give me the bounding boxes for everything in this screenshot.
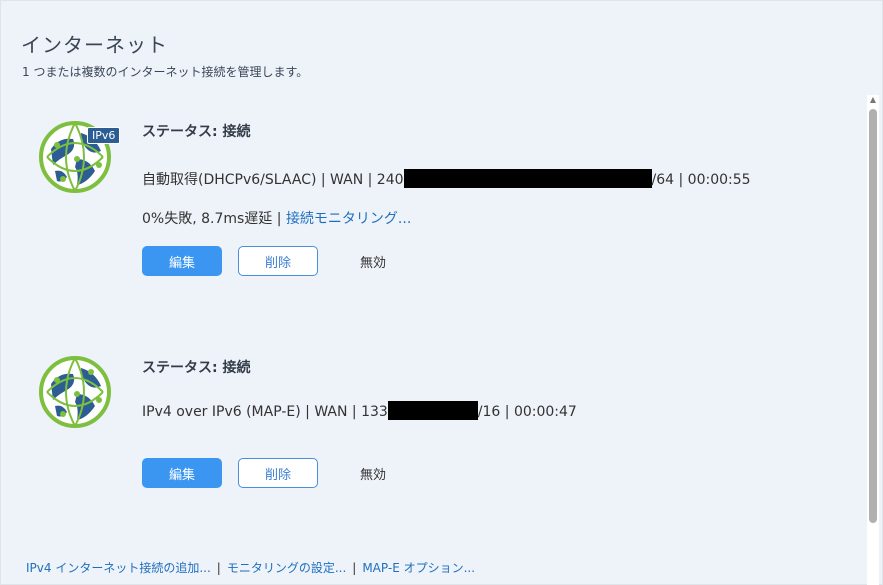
add-ipv4-connection-link[interactable]: IPv4 インターネット接続の追加...	[26, 561, 211, 575]
monitoring-settings-link[interactable]: モニタリングの設定...	[227, 561, 346, 575]
detail-suffix: /64 | 00:00:55	[651, 172, 751, 188]
detail-prefix: 自動取得(DHCPv6/SLAAC) | WAN | 240	[142, 172, 404, 188]
footer-separator: |	[352, 561, 357, 575]
connection-stats: 0%失敗, 8.7ms遅延 | 接続モニタリング...	[142, 208, 411, 228]
detail-suffix: /16 | 00:00:47	[477, 404, 577, 420]
internet-page: インターネット 1 つまたは複数のインターネット接続を管理します。 IPv6 ス…	[0, 0, 883, 585]
edit-button[interactable]: 編集	[142, 246, 222, 276]
delete-button[interactable]: 削除	[238, 458, 318, 488]
footer-separator: |	[216, 561, 221, 575]
connection-status: ステータス: 接続	[142, 124, 251, 140]
monitor-link[interactable]: 接続モニタリング...	[286, 211, 411, 227]
scrollbar-thumb[interactable]	[869, 109, 877, 523]
redacted-address	[403, 169, 652, 188]
edit-button[interactable]: 編集	[142, 458, 222, 488]
footer-links: IPv4 インターネット接続の追加... | モニタリングの設定... | MAP-E …	[26, 559, 475, 576]
delete-button[interactable]: 削除	[238, 246, 318, 276]
connection-status: ステータス: 接続	[142, 360, 251, 376]
stats-text: 0%失敗, 8.7ms遅延 |	[142, 211, 282, 227]
globe-icon	[39, 356, 111, 428]
page-subtitle: 1 つまたは複数のインターネット接続を管理します。	[22, 65, 309, 79]
page-title: インターネット	[21, 33, 168, 57]
disable-button[interactable]: 無効	[342, 458, 404, 488]
redacted-address	[387, 401, 478, 420]
vertical-scrollbar[interactable]: ▲	[867, 95, 879, 585]
connection-detail: 自動取得(DHCPv6/SLAAC) | WAN | 240/64 | 00:0…	[142, 169, 751, 189]
disable-button[interactable]: 無効	[342, 246, 404, 276]
mape-options-link[interactable]: MAP-E オプション...	[362, 561, 475, 575]
connection-detail: IPv4 over IPv6 (MAP-E) | WAN | 133/16 | …	[142, 401, 577, 420]
detail-prefix: IPv4 over IPv6 (MAP-E) | WAN | 133	[142, 404, 388, 420]
scroll-up-icon[interactable]: ▲	[867, 95, 879, 105]
ipv6-badge: IPv6	[87, 127, 121, 144]
